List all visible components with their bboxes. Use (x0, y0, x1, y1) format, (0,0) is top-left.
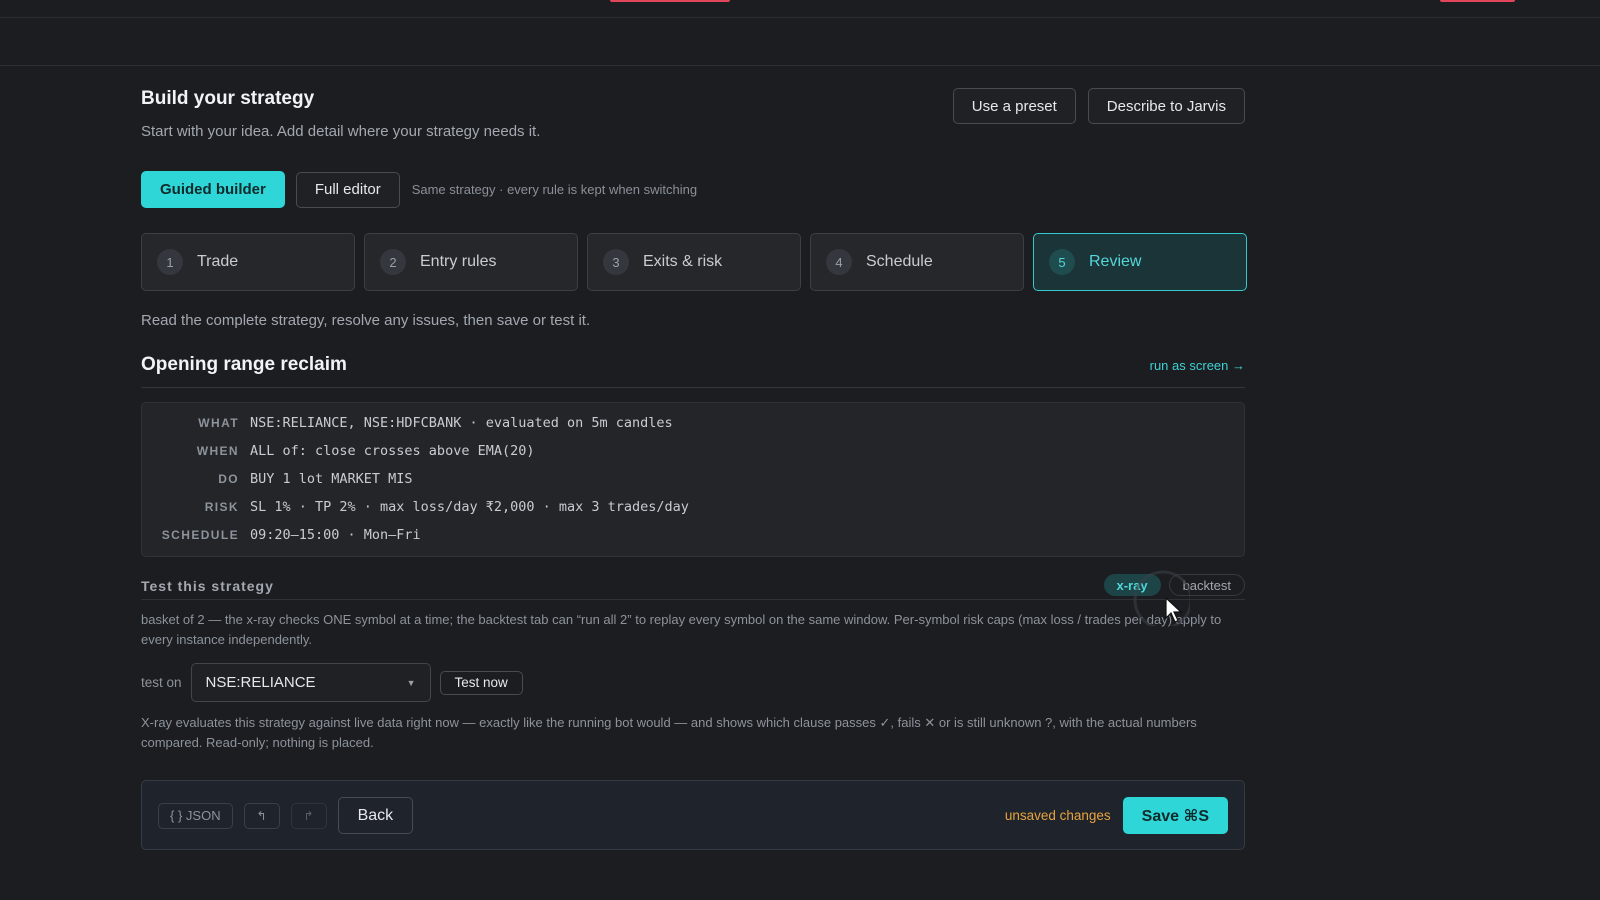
test-on-label: test on (141, 675, 182, 690)
step-label: Schedule (866, 253, 933, 270)
back-button[interactable]: Back (337, 797, 414, 834)
top-status-indicator (1440, 0, 1515, 2)
summary-row-risk: RISK SL 1% · TP 2% · max loss/day ₹2,000… (142, 497, 689, 517)
step-number: 4 (826, 249, 852, 275)
summary-row-do: DO BUY 1 lot MARKET MIS (142, 469, 413, 489)
strategy-name: Opening range reclaim (141, 354, 347, 375)
symbol-select-value: NSE:RELIANCE (205, 674, 316, 691)
mode-switcher: Guided builder Full editor Same strategy… (141, 171, 697, 208)
summary-key: SCHEDULE (161, 528, 239, 542)
test-now-button[interactable]: Test now (439, 670, 523, 695)
full-editor-button[interactable]: Full editor (295, 171, 400, 208)
undo-icon[interactable]: ↰ (243, 802, 280, 829)
header-actions: Use a preset Describe to Jarvis (952, 88, 1245, 124)
test-on-row: test on NSE:RELIANCE ▼ Test now (141, 663, 523, 702)
step-exits-risk[interactable]: 3 Exits & risk (587, 233, 801, 291)
step-label: Exits & risk (643, 253, 723, 270)
mode-hint: Same strategy · every rule is kept when … (411, 182, 698, 197)
summary-key: WHAT (198, 416, 239, 430)
step-label: Trade (197, 253, 239, 270)
summary-value: BUY 1 lot MARKET MIS (250, 471, 413, 487)
top-tab-indicator (610, 0, 730, 2)
chevron-down-icon: ▼ (406, 677, 416, 688)
step-entry-rules[interactable]: 2 Entry rules (364, 233, 578, 291)
step-tabs: 1 Trade 2 Entry rules 3 Exits & risk 4 S… (141, 233, 1247, 291)
review-description: Read the complete strategy, resolve any … (141, 312, 591, 329)
describe-to-jarvis-button[interactable]: Describe to Jarvis (1087, 88, 1245, 124)
strategy-summary: WHAT NSE:RELIANCE, NSE:HDFCBANK · evalua… (141, 402, 1245, 557)
test-section-header: Test this strategy x-ray backtest (141, 570, 1245, 600)
use-preset-button[interactable]: Use a preset (952, 88, 1076, 124)
top-strip (0, 0, 1600, 18)
symbol-select[interactable]: NSE:RELIANCE ▼ (190, 663, 431, 702)
test-section-title: Test this strategy (141, 578, 274, 594)
mouse-cursor-icon (1133, 570, 1190, 626)
json-button[interactable]: { } JSON (158, 802, 233, 829)
summary-value: SL 1% · TP 2% · max loss/day ₹2,000 · ma… (250, 499, 689, 515)
step-label: Review (1089, 253, 1142, 270)
summary-row-schedule: SCHEDULE 09:20–15:00 · Mon–Fri (142, 525, 421, 545)
footer-right-actions: unsaved changes Save ⌘S (1005, 797, 1228, 834)
run-as-screen-link[interactable]: run as screen → (1150, 358, 1245, 373)
xray-note: X-ray evaluates this strategy against li… (141, 715, 1197, 750)
page-subtitle: Start with your idea. Add detail where y… (141, 123, 541, 140)
step-number: 3 (603, 249, 629, 275)
summary-key: WHEN (196, 444, 239, 458)
summary-key: DO (218, 472, 239, 486)
save-button[interactable]: Save ⌘S (1122, 797, 1228, 834)
step-trade[interactable]: 1 Trade (141, 233, 355, 291)
summary-value: 09:20–15:00 · Mon–Fri (250, 527, 421, 543)
step-number: 2 (380, 249, 406, 275)
action-footer: { } JSON ↰ ↱ Back unsaved changes Save ⌘… (141, 780, 1245, 850)
top-bar (0, 18, 1600, 66)
redo-icon[interactable]: ↱ (290, 802, 327, 829)
step-label: Entry rules (420, 253, 497, 270)
step-number: 1 (157, 249, 183, 275)
summary-value: NSE:RELIANCE, NSE:HDFCBANK · evaluated o… (250, 415, 673, 431)
step-schedule[interactable]: 4 Schedule (810, 233, 1024, 291)
guided-builder-button[interactable]: Guided builder (141, 171, 285, 208)
summary-key: RISK (204, 500, 239, 514)
page-title: Build your strategy (141, 88, 315, 109)
basket-note: basket of 2 — the x-ray checks ONE symbo… (141, 612, 1222, 647)
unsaved-changes-label: unsaved changes (1004, 808, 1111, 823)
summary-row-what: WHAT NSE:RELIANCE, NSE:HDFCBANK · evalua… (142, 413, 673, 433)
footer-left-actions: { } JSON ↰ ↱ Back (158, 797, 414, 834)
summary-row-when: WHEN ALL of: close crosses above EMA(20) (142, 441, 535, 461)
strategy-header: Opening range reclaim run as screen → (141, 354, 1245, 388)
step-number: 5 (1049, 249, 1075, 275)
summary-value: ALL of: close crosses above EMA(20) (250, 443, 535, 459)
step-review[interactable]: 5 Review (1033, 233, 1247, 291)
